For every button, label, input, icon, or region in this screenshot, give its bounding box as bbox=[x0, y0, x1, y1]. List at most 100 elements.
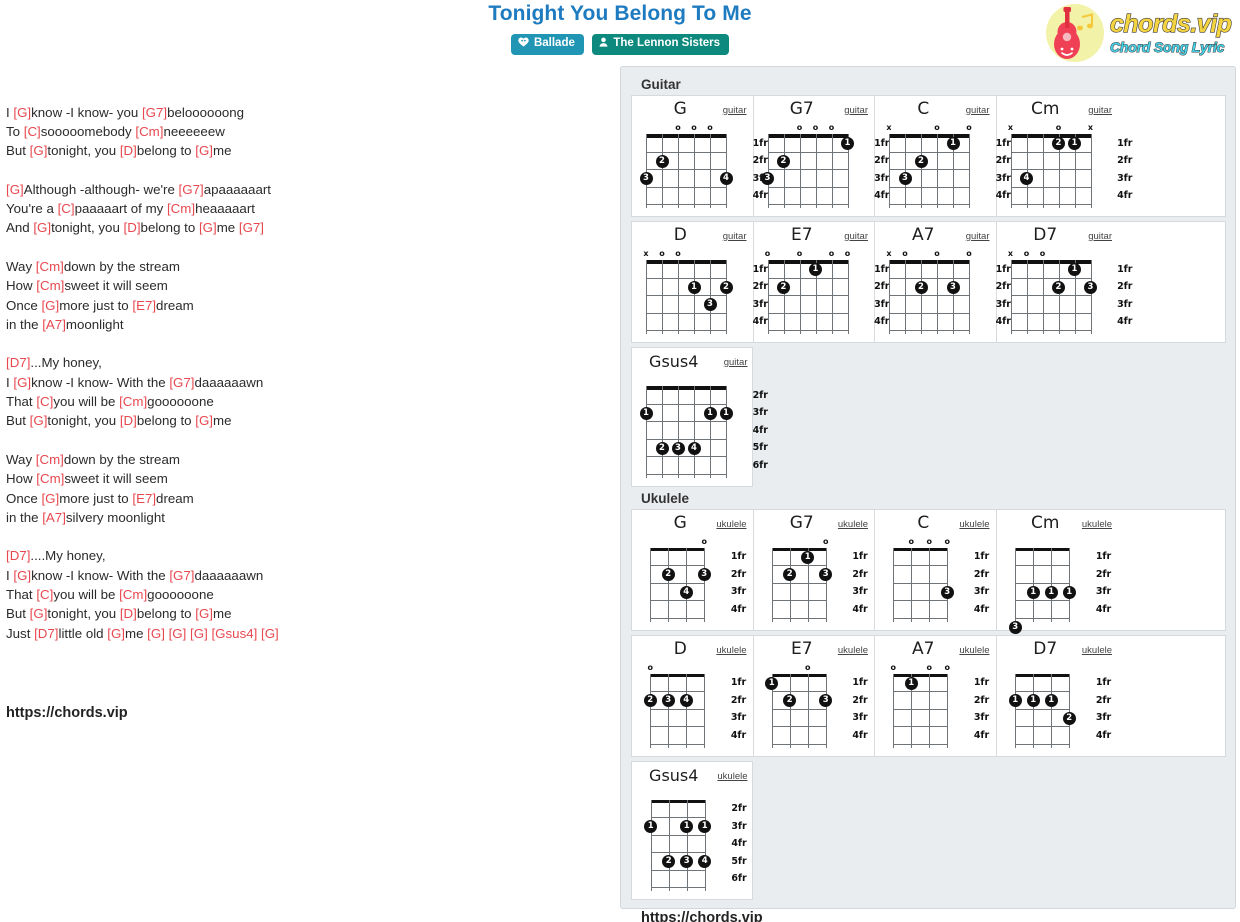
chord-marker[interactable]: [G] bbox=[33, 220, 51, 235]
chord-card-d7-guitar[interactable]: D7 guitar x o o 1fr 2fr 3fr 4fr 1 2 3 bbox=[997, 222, 1133, 342]
chord-marker[interactable]: [A7] bbox=[42, 317, 66, 332]
chord-marker[interactable]: [Gsus4] bbox=[211, 626, 257, 641]
chord-marker[interactable]: [Cm] bbox=[135, 124, 163, 139]
instrument-link[interactable]: guitar bbox=[724, 357, 748, 368]
chord-marker[interactable]: [Cm] bbox=[167, 201, 195, 216]
chord-marker[interactable]: [G7] bbox=[179, 182, 204, 197]
instrument-link[interactable]: ukulele bbox=[838, 519, 868, 530]
lyric-line: But [G]tonight, you [D]belong to [G]me bbox=[6, 606, 232, 622]
chord-marker[interactable]: [G] bbox=[107, 626, 125, 641]
chord-marker[interactable]: [G] bbox=[6, 182, 24, 197]
instrument-link[interactable]: guitar bbox=[723, 105, 747, 116]
chord-marker[interactable]: [G] bbox=[195, 413, 213, 428]
string-line bbox=[815, 134, 817, 208]
instrument-link[interactable]: ukulele bbox=[959, 519, 989, 530]
chord-marker[interactable]: [Cm] bbox=[36, 452, 64, 467]
chord-marker[interactable]: [G] bbox=[13, 105, 31, 120]
chord-marker[interactable]: [E7] bbox=[132, 298, 156, 313]
chord-card-g7-guitar[interactable]: G7 guitar o o o 1fr 2fr 3fr 4fr 1 2 3 bbox=[754, 96, 890, 216]
chord-marker[interactable]: [G7] bbox=[169, 375, 194, 390]
instrument-link[interactable]: guitar bbox=[966, 105, 990, 116]
panel-url[interactable]: https://chords.vip bbox=[641, 910, 1226, 922]
lyrics-url[interactable]: https://chords.vip bbox=[6, 704, 606, 723]
chord-card-c-ukulele[interactable]: Cukulele o o o 1fr 2fr 3fr 4fr 3 bbox=[875, 509, 997, 630]
lyric-line: How [Cm]sweet it will seem bbox=[6, 471, 168, 487]
chord-card-d-guitar[interactable]: Dguitar x o o 1fr 2fr 3fr 4fr 1 2 3 bbox=[632, 222, 768, 342]
chord-marker[interactable]: [Cm] bbox=[36, 278, 64, 293]
chord-marker[interactable]: [G] bbox=[13, 375, 31, 390]
chord-marker[interactable]: [G] bbox=[41, 491, 59, 506]
chord-marker[interactable]: [G] bbox=[41, 298, 59, 313]
instrument-link[interactable]: ukulele bbox=[1082, 519, 1112, 530]
chord-marker[interactable]: [G] bbox=[30, 606, 48, 621]
chord-marker[interactable]: [G7] bbox=[142, 105, 167, 120]
chord-marker[interactable]: [D] bbox=[120, 413, 137, 428]
nut bbox=[650, 673, 705, 677]
chord-marker[interactable]: [G] bbox=[195, 143, 213, 158]
chord-marker[interactable]: [Cm] bbox=[36, 259, 64, 274]
chord-card-e7-guitar[interactable]: E7 guitar o o o o 1fr 2fr 3fr 4fr 1 2 bbox=[754, 222, 890, 342]
chord-marker[interactable]: [C] bbox=[24, 124, 41, 139]
chord-marker[interactable]: [D] bbox=[120, 143, 137, 158]
chord-card-g7-ukulele[interactable]: G7 ukulele o 1fr 2fr 3fr 4fr 1 2 3 bbox=[754, 509, 875, 630]
chord-card-c-guitar[interactable]: Cguitar x o o 1fr 2fr 3fr 4fr 1 2 3 bbox=[875, 96, 1011, 216]
chord-marker[interactable]: [A7] bbox=[42, 510, 66, 525]
fret-label: 4fr bbox=[1095, 729, 1112, 741]
chord-marker[interactable]: [G] bbox=[261, 626, 279, 641]
chord-marker[interactable]: [C] bbox=[36, 394, 53, 409]
chord-marker[interactable]: [G] bbox=[30, 413, 48, 428]
chord-marker[interactable]: [D] bbox=[120, 606, 137, 621]
chord-marker[interactable]: [D7] bbox=[34, 626, 58, 641]
string-line bbox=[662, 134, 663, 208]
chord-card-a7-guitar[interactable]: A7 guitar x o o o 1fr 2fr 3fr 4fr 2 3 bbox=[875, 222, 1011, 342]
chord-marker[interactable]: [C] bbox=[58, 201, 75, 216]
artist-badge[interactable]: The Lennon Sisters bbox=[592, 34, 730, 55]
chord-card-header: E7 guitar bbox=[756, 225, 873, 248]
fret-line bbox=[650, 582, 705, 584]
instrument-link[interactable]: guitar bbox=[844, 105, 868, 116]
chord-marker[interactable]: [C] bbox=[36, 587, 53, 602]
chord-marker[interactable]: [G] bbox=[169, 626, 187, 641]
instrument-link[interactable]: ukulele bbox=[1082, 645, 1112, 656]
chord-marker[interactable]: [G] bbox=[190, 626, 208, 641]
instrument-link[interactable]: guitar bbox=[723, 231, 747, 242]
chord-card-d-ukulele[interactable]: Dukulele o 1fr 2fr 3fr 4fr 2 3 4 bbox=[632, 635, 754, 756]
genre-badge[interactable]: Ballade bbox=[510, 34, 584, 55]
chord-card-gsus4-ukulele[interactable]: Gsus4 ukulele 2fr 3fr 4fr 5fr 6fr 1 1 1 2 3 4 bbox=[632, 762, 754, 900]
chord-marker[interactable]: [Cm] bbox=[119, 394, 147, 409]
chord-card-a7-ukulele[interactable]: A7 ukulele o o o 1fr 2fr 3fr 4fr 1 bbox=[875, 635, 997, 756]
instrument-link[interactable]: ukulele bbox=[838, 645, 868, 656]
chord-card-g-guitar[interactable]: Gguitarooo1fr2fr3fr4fr234 bbox=[632, 96, 768, 216]
chord-card-g-ukulele[interactable]: Gukulele o 1fr 2fr 3fr 4fr 2 3 4 bbox=[632, 509, 754, 630]
instrument-link[interactable]: guitar bbox=[1088, 105, 1112, 116]
chord-card-cm-guitar[interactable]: Cm guitar x o x 1fr 2fr 3fr 4fr 1 2 4 bbox=[997, 96, 1133, 216]
instrument-link[interactable]: ukulele bbox=[717, 771, 747, 782]
chord-marker[interactable]: [D7] bbox=[6, 355, 30, 370]
finger-dot: 3 bbox=[639, 172, 653, 186]
chord-marker[interactable]: [G] bbox=[13, 568, 31, 583]
chord-card-gsus4-guitar[interactable]: Gsus4 guitar 2fr 3fr 4fr 5fr 6fr 1 1 1 2 3 4 bbox=[632, 348, 768, 486]
site-logo[interactable]: chords.vip Chord Song Lyric bbox=[1042, 2, 1238, 64]
instrument-link[interactable]: ukulele bbox=[959, 645, 989, 656]
instrument-link[interactable]: guitar bbox=[844, 231, 868, 242]
chord-card-cm-ukulele[interactable]: Cm ukulele 1fr 2fr 3fr 4fr 1 1 1 3 bbox=[997, 510, 1119, 634]
chord-card-d7-ukulele[interactable]: D7 ukulele 1fr 2fr 3fr 4fr 1 1 1 2 bbox=[997, 636, 1119, 756]
chord-marker[interactable]: [Cm] bbox=[119, 587, 147, 602]
chord-marker[interactable]: [G] bbox=[147, 626, 165, 641]
string-line bbox=[771, 547, 773, 622]
chord-marker[interactable]: [E7] bbox=[132, 491, 156, 506]
chord-marker[interactable]: [G7] bbox=[169, 568, 194, 583]
instrument-link[interactable]: ukulele bbox=[716, 519, 746, 530]
chord-marker[interactable]: [Cm] bbox=[36, 471, 64, 486]
chord-sheet-page: Tonight You Belong To Me Ballade The Len… bbox=[0, 0, 1240, 922]
instrument-link[interactable]: guitar bbox=[966, 231, 990, 242]
instrument-link[interactable]: ukulele bbox=[716, 645, 746, 656]
chord-marker[interactable]: [G] bbox=[195, 606, 213, 621]
chord-marker[interactable]: [D] bbox=[124, 220, 141, 235]
chord-marker[interactable]: [G7] bbox=[239, 220, 264, 235]
chord-card-e7-ukulele[interactable]: E7 ukulele o 1fr 2fr 3fr 4fr 1 2 3 bbox=[754, 635, 875, 756]
chord-marker[interactable]: [G] bbox=[199, 220, 217, 235]
chord-marker[interactable]: [G] bbox=[30, 143, 48, 158]
instrument-link[interactable]: guitar bbox=[1088, 231, 1112, 242]
chord-marker[interactable]: [D7] bbox=[6, 548, 30, 563]
